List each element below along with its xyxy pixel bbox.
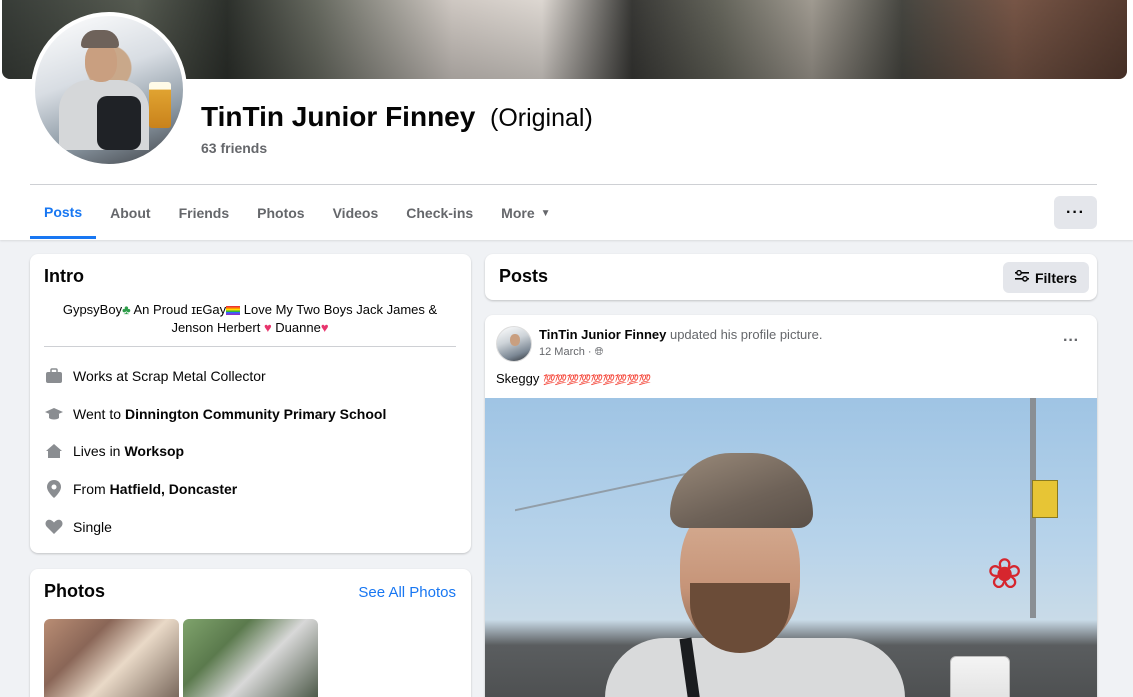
- post-text: Skeggy 💯💯💯💯💯💯💯💯💯: [496, 371, 651, 386]
- post-author-name[interactable]: TinTin Junior Finney: [539, 327, 666, 342]
- post-photo[interactable]: ❀: [485, 398, 1097, 697]
- post-author-avatar[interactable]: [496, 326, 532, 362]
- post-card: TinTin Junior Finney updated his profile…: [485, 315, 1097, 697]
- tab-videos[interactable]: Videos: [319, 187, 393, 239]
- sliders-icon: [1014, 269, 1029, 285]
- intro-education: Went to Dinnington Community Primary Scho…: [44, 404, 386, 424]
- profile-tabs: Posts About Friends Photos Videos Check-…: [30, 187, 565, 240]
- header-divider: [30, 184, 1097, 185]
- posts-title: Posts: [499, 266, 549, 286]
- friends-count-link[interactable]: 63 friends: [201, 140, 267, 156]
- filters-button[interactable]: Filters: [1002, 262, 1089, 293]
- briefcase-icon: [44, 366, 64, 386]
- profile-name-suffix: (Original): [490, 104, 593, 132]
- tab-photos[interactable]: Photos: [243, 187, 318, 239]
- intro-relationship: Single: [44, 517, 116, 537]
- heart-icon: ♥: [263, 320, 272, 335]
- tab-check-ins[interactable]: Check-ins: [392, 187, 487, 239]
- post-options-button[interactable]: ···: [1063, 332, 1079, 350]
- graduation-cap-icon: [44, 404, 64, 424]
- intro-card: Intro GypsyBoy♣ An Proud ɪᴇGay Love My T…: [30, 254, 471, 553]
- caret-down-icon: ▼: [540, 207, 551, 219]
- intro-bio: GypsyBoy♣ An Proud ɪᴇGay Love My Two Boy…: [62, 302, 438, 335]
- photo-thumbnail[interactable]: [183, 619, 318, 697]
- intro-divider: [44, 346, 456, 347]
- ellipsis-icon: ···: [1063, 332, 1079, 349]
- rainbow-flag-icon: [226, 306, 241, 316]
- globe-icon: 🌐︎: [594, 346, 604, 358]
- four-leaf-clover-icon: ♣: [122, 302, 131, 317]
- tab-posts[interactable]: Posts: [30, 187, 97, 239]
- heart-icon: [44, 517, 64, 537]
- post-action-text: updated his profile picture.: [666, 327, 823, 342]
- photos-card: Photos See All Photos: [30, 569, 471, 697]
- intro-title: Intro: [44, 266, 84, 286]
- intro-work: Works at Scrap Metal Collector: [44, 366, 270, 386]
- post-header: TinTin Junior Finney updated his profile…: [539, 327, 822, 342]
- profile-picture[interactable]: [31, 12, 187, 168]
- post-date[interactable]: 12 March · 🌐︎: [539, 346, 603, 359]
- tab-friends[interactable]: Friends: [165, 187, 244, 239]
- profile-name: TinTin Junior Finney: [201, 101, 476, 132]
- see-all-photos-link[interactable]: See All Photos: [358, 584, 456, 601]
- photo-thumbnail[interactable]: [44, 619, 179, 697]
- location-pin-icon: [44, 479, 64, 499]
- profile-options-button[interactable]: ···: [1054, 196, 1097, 229]
- hundred-points-emoji: 💯💯💯💯💯💯💯💯💯: [542, 375, 651, 386]
- ellipsis-icon: ···: [1066, 203, 1085, 221]
- photos-title: Photos: [44, 581, 105, 601]
- posts-header-card: Posts Filters: [485, 254, 1097, 300]
- heart-icon: ♥: [320, 320, 329, 335]
- intro-from: From Hatfield, Doncaster: [44, 479, 237, 499]
- intro-lives-in: Lives in Worksop: [44, 441, 184, 461]
- rose-sticker-icon: ❀: [987, 550, 1023, 597]
- home-icon: [44, 441, 64, 461]
- tab-about[interactable]: About: [96, 187, 164, 239]
- tab-more[interactable]: More ▼: [487, 187, 564, 239]
